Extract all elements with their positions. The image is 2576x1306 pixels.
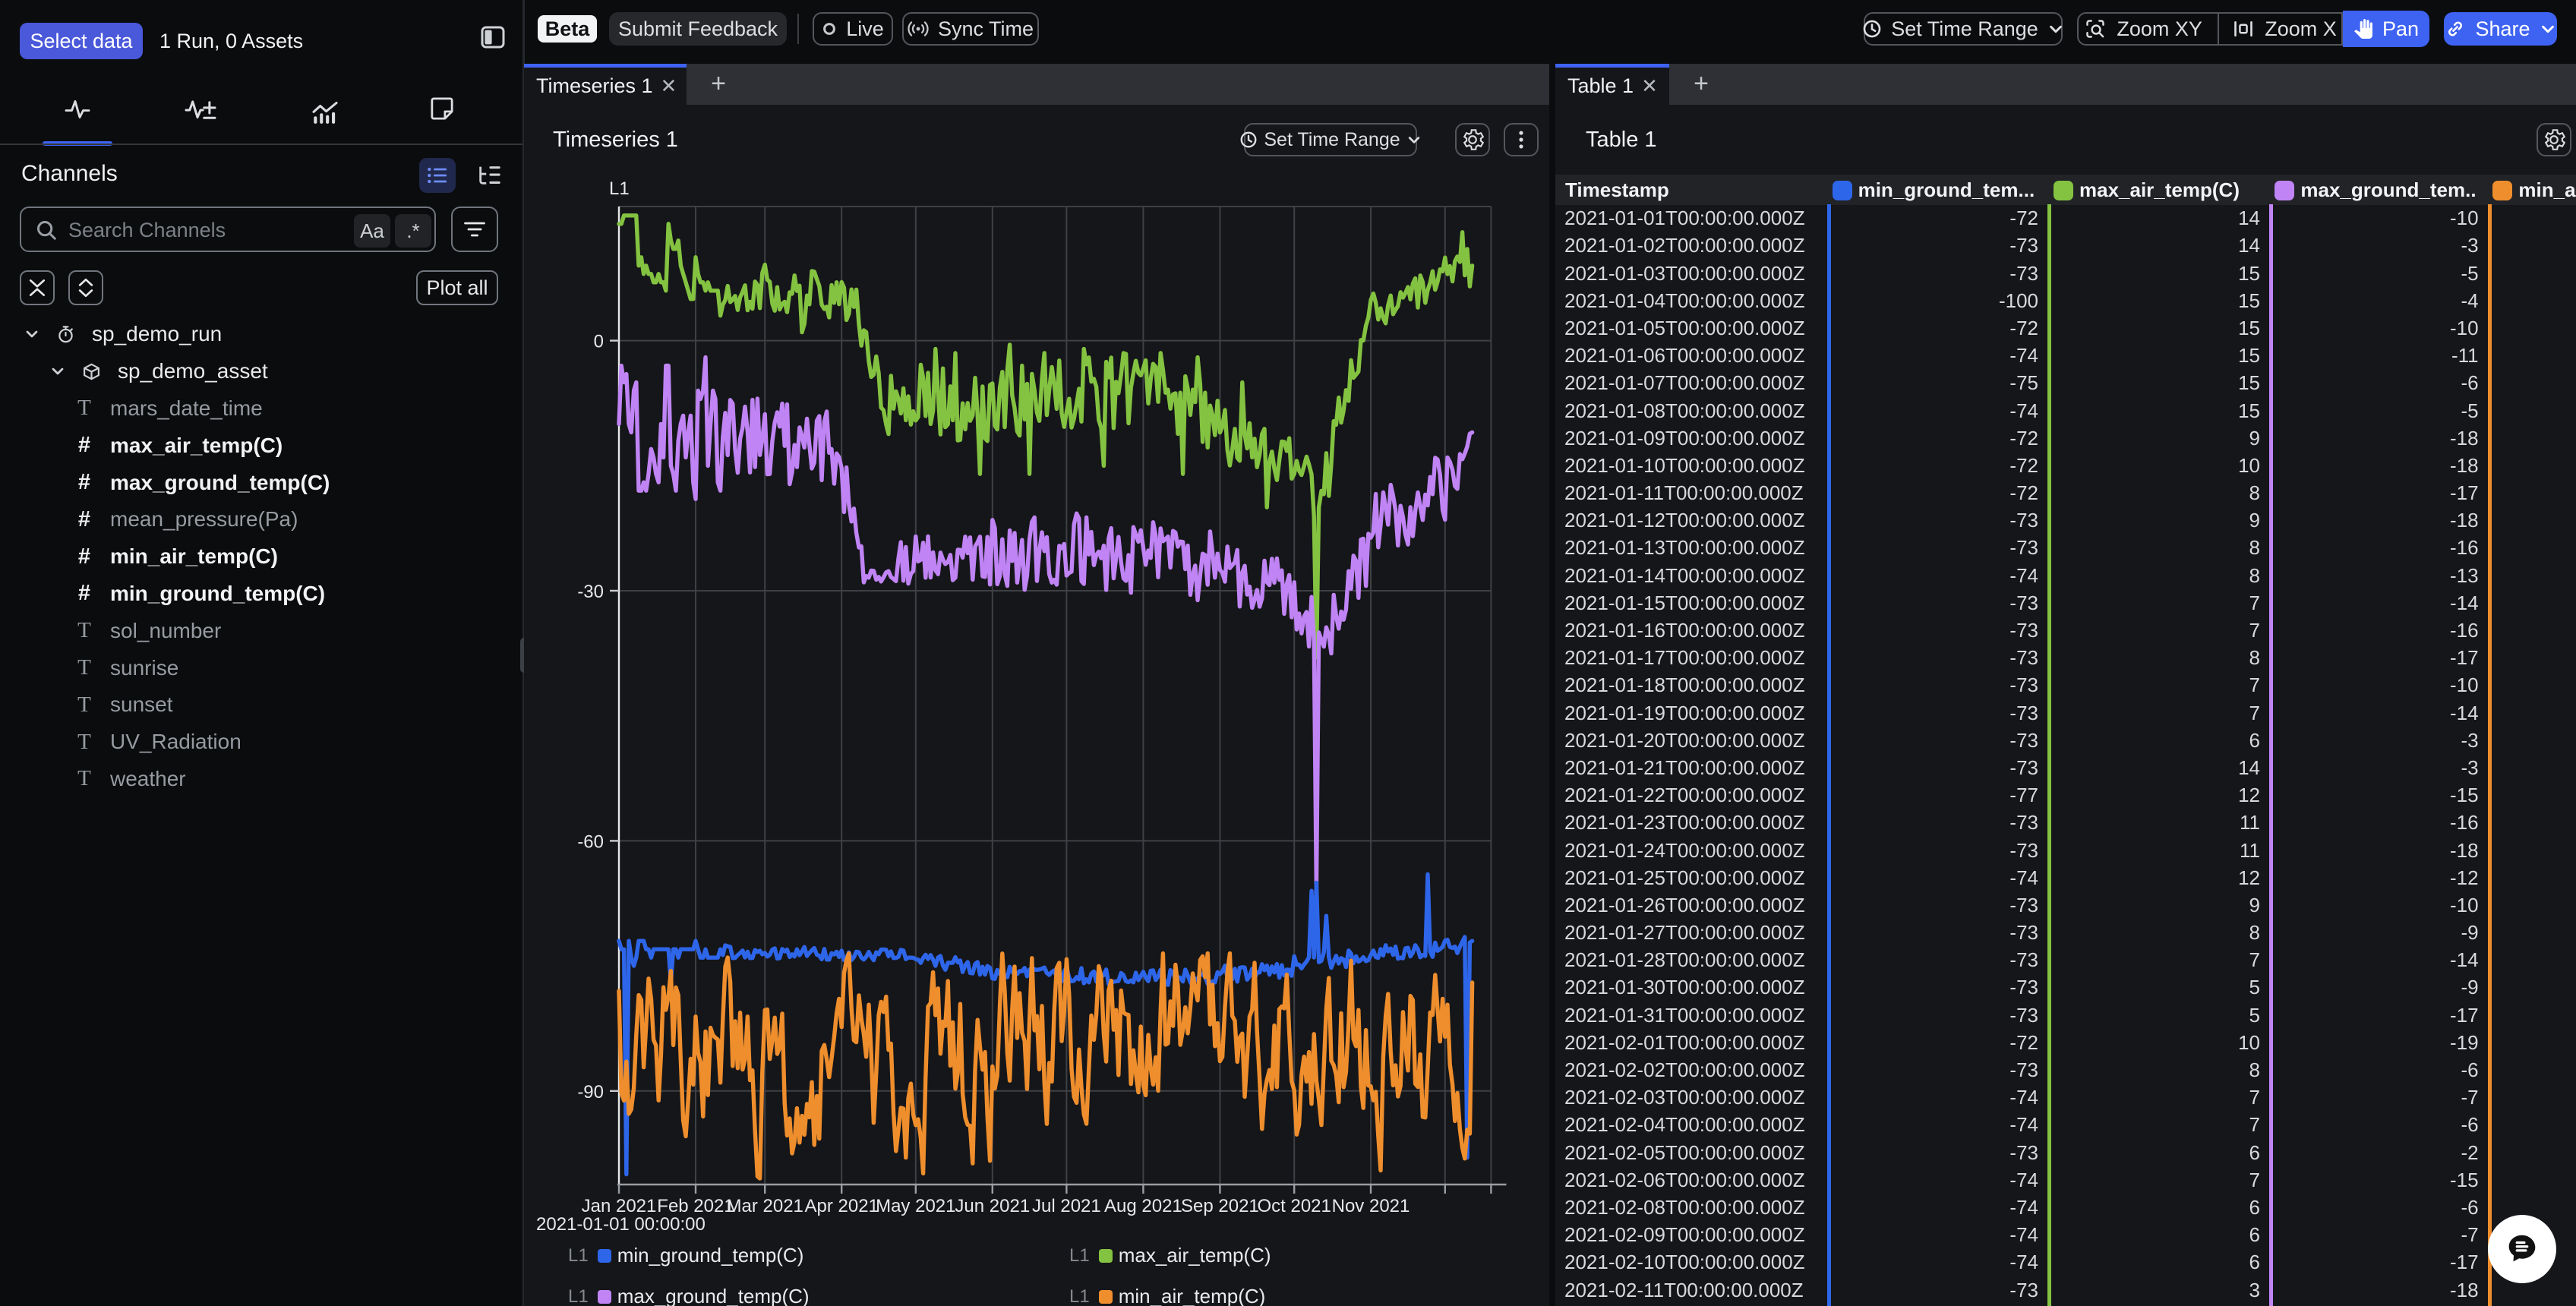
svg-text:L1: L1: [609, 178, 630, 199]
svg-text:Mar 2021: Mar 2021: [727, 1196, 803, 1216]
svg-text:Apr 2021: Apr 2021: [804, 1196, 878, 1216]
svg-text:-90: -90: [577, 1082, 604, 1103]
svg-text:-60: -60: [577, 831, 604, 852]
svg-text:Oct 2021: Oct 2021: [1257, 1196, 1331, 1216]
svg-text:Jan 2021: Jan 2021: [582, 1196, 657, 1216]
svg-text:Feb 2021: Feb 2021: [657, 1196, 734, 1216]
svg-text:Jul 2021: Jul 2021: [1032, 1196, 1101, 1216]
svg-text:May 2021: May 2021: [876, 1196, 955, 1216]
svg-text:-30: -30: [577, 582, 604, 602]
svg-text:Nov 2021: Nov 2021: [1332, 1196, 1410, 1216]
svg-text:Sep 2021: Sep 2021: [1181, 1196, 1259, 1216]
svg-text:Aug 2021: Aug 2021: [1104, 1196, 1182, 1216]
svg-text:0: 0: [594, 332, 604, 352]
svg-text:2021-01-01 00:00:00: 2021-01-01 00:00:00: [536, 1214, 706, 1235]
svg-text:Jun 2021: Jun 2021: [955, 1196, 1030, 1216]
